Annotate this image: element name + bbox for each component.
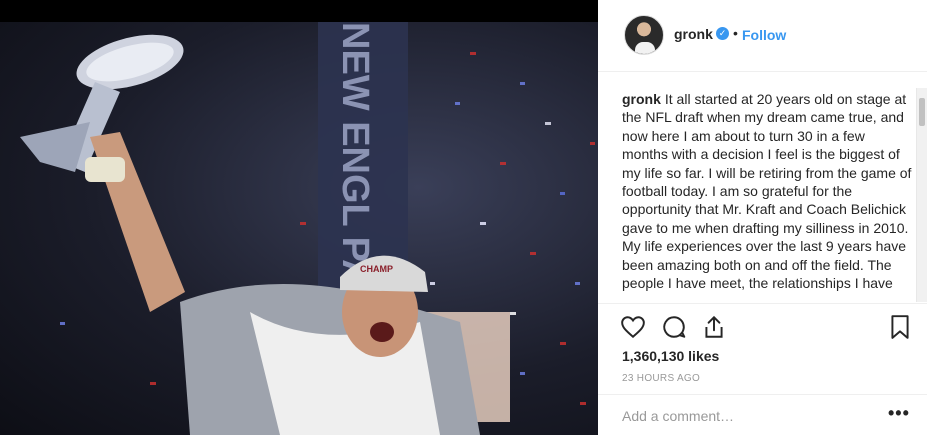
avatar[interactable]	[624, 15, 664, 55]
username-link[interactable]: gronk	[674, 26, 713, 42]
caption-text: It all started at 20 years old on stage …	[622, 91, 912, 292]
comment-input[interactable]	[622, 405, 872, 427]
action-bar	[598, 303, 927, 349]
top-black-bar	[0, 0, 598, 22]
photo-illustration: NEW ENGL PATRIOTS CHAMP	[20, 22, 595, 435]
more-options-button[interactable]: •••	[888, 403, 910, 424]
post-side-panel: gronk ✓ • Follow gronk It all started at …	[598, 0, 927, 435]
comment-bar: •••	[598, 394, 927, 435]
comment-icon[interactable]	[661, 314, 687, 340]
bookmark-icon[interactable]	[887, 314, 913, 340]
share-icon[interactable]	[701, 314, 727, 340]
caption: gronk It all started at 20 years old on s…	[622, 90, 914, 292]
post-timestamp[interactable]: 23 HOURS AGO	[622, 373, 700, 384]
caption-username-link[interactable]: gronk	[622, 91, 661, 107]
heart-icon[interactable]	[620, 314, 646, 340]
caption-scroll-area[interactable]: gronk It all started at 20 years old on s…	[598, 80, 927, 302]
separator-dot: •	[733, 25, 738, 41]
likes-count[interactable]: 1,360,130 likes	[622, 348, 719, 364]
post-photo[interactable]: NEW ENGL PATRIOTS CHAMP	[0, 22, 598, 435]
post-header: gronk ✓ • Follow	[598, 0, 927, 72]
verified-badge-icon: ✓	[716, 27, 729, 40]
follow-button[interactable]: Follow	[742, 27, 786, 43]
caption-scrollbar[interactable]	[916, 88, 927, 302]
scrollbar-thumb[interactable]	[919, 98, 925, 126]
cap-text: CHAMP	[360, 264, 393, 274]
